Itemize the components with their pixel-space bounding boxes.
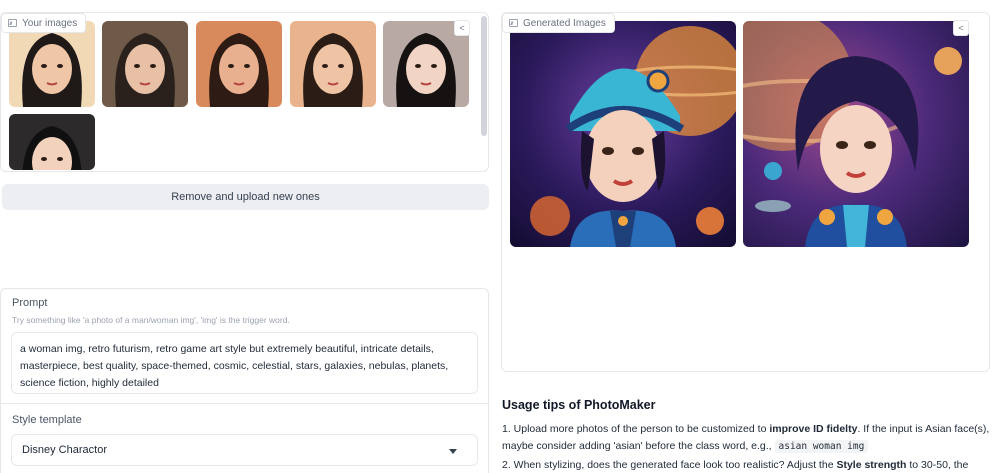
divider [1,403,488,404]
generated-image-1[interactable] [510,21,736,247]
share-icon[interactable]: < [454,20,470,36]
tip-2: 2. When stylizing, does the generated fa… [502,459,969,471]
tip-1: 1. Upload more photos of the person to b… [502,423,990,453]
input-gallery-label: Your images [1,13,87,33]
thumbnail[interactable] [290,21,376,107]
style-label: Style template [12,414,82,426]
thumbnail[interactable] [196,21,282,107]
style-selected-value: Disney Charactor [22,444,107,456]
gallery-scrollbar[interactable] [481,16,487,136]
thumbnail[interactable] [102,21,188,107]
thumbnail[interactable] [9,21,95,107]
prompt-textarea[interactable]: a woman img, retro futurism, retro game … [11,332,478,394]
tips-title: Usage tips of PhotoMaker [502,398,656,412]
usage-tips: Usage tips of PhotoMaker 1. Upload more … [502,398,992,473]
prompt-label: Prompt [12,297,48,309]
image-icon [8,19,17,27]
prompt-hint: Try something like 'a photo of a man/wom… [12,315,290,325]
code-snippet: asian woman img [774,440,869,453]
image-icon [509,19,518,27]
generated-image-2[interactable] [743,21,969,247]
remove-upload-button[interactable]: Remove and upload new ones [2,184,489,210]
chevron-down-icon [449,449,457,454]
output-gallery-label: Generated Images [502,13,615,33]
thumbnail[interactable] [9,114,95,170]
share-icon[interactable]: < [953,20,969,36]
style-select[interactable]: Disney Charactor [11,434,478,466]
